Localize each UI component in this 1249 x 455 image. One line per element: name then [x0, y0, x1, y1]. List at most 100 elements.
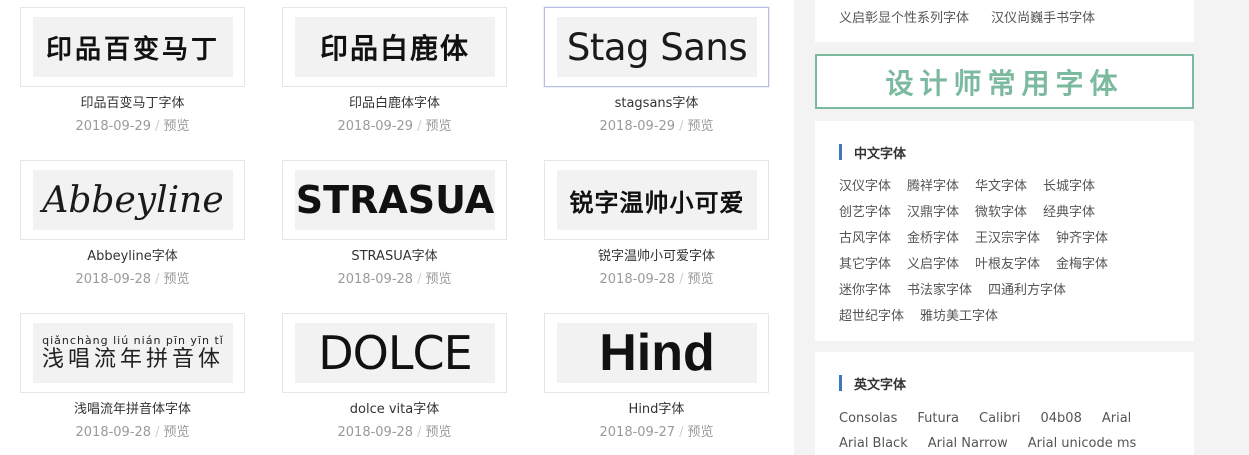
panel-title: 英文字体	[839, 375, 907, 393]
designer-fonts-banner[interactable]: 设计师常用字体	[815, 54, 1194, 109]
font-category-link[interactable]: 创艺字体	[839, 205, 891, 220]
meta-separator: /	[155, 272, 160, 287]
font-category-link[interactable]: 长城字体	[1043, 179, 1095, 194]
font-card[interactable]: 印品白鹿体 印品白鹿体字体 2018-09-29/预览	[282, 7, 507, 136]
font-name-link[interactable]: 印品百变马丁字体	[20, 95, 245, 113]
thumbnail-text: Stag Sans	[566, 25, 748, 69]
tag-row: Arial Black Arial Narrow Arial unicode ms	[839, 435, 1179, 455]
font-category-link[interactable]: 书法家字体	[907, 283, 972, 298]
preview-link[interactable]: 预览	[687, 272, 713, 287]
font-name-link[interactable]: stagsans字体	[544, 95, 769, 113]
font-meta: 2018-09-29/预览	[20, 118, 245, 136]
meta-separator: /	[417, 272, 422, 287]
font-thumbnail[interactable]: Stag Sans	[544, 7, 769, 87]
font-thumbnail[interactable]: 锐字温帅小可爱	[544, 160, 769, 240]
font-card[interactable]: STRASUA STRASUA字体 2018-09-28/预览	[282, 160, 507, 289]
font-grid: 印品百变马丁 印品百变马丁字体 2018-09-29/预览 印品白鹿体 印品白鹿…	[0, 0, 794, 455]
thumbnail-pinyin: qiǎnchàng liú nián pīn yīn tǐ	[42, 333, 224, 347]
chinese-font-tags: 汉仪字体 腾祥字体 华文字体 长城字体 创艺字体 汉鼎字体 微软字体 经典字体 古风字体 金桥…	[839, 178, 1179, 334]
thumbnail-text: Abbeyline	[42, 179, 224, 221]
font-date: 2018-09-27	[599, 425, 676, 440]
top-links: 义启彰显个性系列字体 汉仪尚巍手书字体	[839, 7, 1113, 26]
preview-link[interactable]: 预览	[687, 425, 713, 440]
font-name-link[interactable]: 锐字温帅小可爱字体	[544, 248, 769, 266]
font-meta: 2018-09-29/预览	[282, 118, 507, 136]
font-category-link[interactable]: 叶根友字体	[975, 257, 1040, 272]
font-category-link[interactable]: 汉鼎字体	[907, 205, 959, 220]
font-card[interactable]: Abbeyline Abbeyline字体 2018-09-28/预览	[20, 160, 245, 289]
english-fonts-panel: 英文字体 Consolas Futura Calibri 04b08 Arial Ari…	[815, 352, 1194, 455]
font-category-link[interactable]: 汉仪字体	[839, 179, 891, 194]
meta-separator: /	[679, 272, 684, 287]
font-thumbnail[interactable]: STRASUA	[282, 160, 507, 240]
font-category-link[interactable]: 腾祥字体	[907, 179, 959, 194]
font-name-link[interactable]: 浅唱流年拼音体字体	[20, 401, 245, 419]
thumbnail-text: DOLCE	[318, 326, 472, 380]
font-category-link[interactable]: 迷你字体	[839, 283, 891, 298]
meta-separator: /	[417, 425, 422, 440]
font-category-link[interactable]: Futura	[917, 411, 959, 426]
preview-link[interactable]: 预览	[425, 425, 451, 440]
font-category-link[interactable]: 微软字体	[975, 205, 1027, 220]
font-category-link[interactable]: 古风字体	[839, 231, 891, 246]
preview-link[interactable]: 预览	[163, 119, 189, 134]
preview-link[interactable]: 预览	[163, 272, 189, 287]
font-category-link[interactable]: 雅坊美工字体	[920, 309, 998, 324]
thumbnail-image: qiǎnchàng liú nián pīn yīn tǐ 浅唱流年拼音体	[33, 323, 233, 383]
font-category-link[interactable]: 超世纪字体	[839, 309, 904, 324]
thumbnail-image: STRASUA	[295, 170, 495, 230]
font-category-link[interactable]: 04b08	[1041, 411, 1082, 426]
font-category-link[interactable]: Arial Narrow	[928, 436, 1008, 451]
font-category-link[interactable]: 华文字体	[975, 179, 1027, 194]
tag-row: 其它字体 义启字体 叶根友字体 金梅字体	[839, 256, 1179, 282]
font-category-link[interactable]: 经典字体	[1043, 205, 1095, 220]
font-category-link[interactable]: 钟齐字体	[1056, 231, 1108, 246]
font-thumbnail[interactable]: Hind	[544, 313, 769, 393]
font-category-link[interactable]: 义启字体	[907, 257, 959, 272]
sidebar-link[interactable]: 义启彰显个性系列字体	[839, 11, 969, 26]
panel-title: 中文字体	[839, 144, 906, 162]
font-category-link[interactable]: Calibri	[979, 411, 1020, 426]
font-thumbnail[interactable]: 印品白鹿体	[282, 7, 507, 87]
tag-row: 超世纪字体 雅坊美工字体	[839, 308, 1179, 334]
meta-separator: /	[679, 119, 684, 134]
font-card[interactable]: qiǎnchàng liú nián pīn yīn tǐ 浅唱流年拼音体 浅唱…	[20, 313, 245, 442]
sidebar-link[interactable]: 汉仪尚巍手书字体	[991, 11, 1095, 26]
preview-link[interactable]: 预览	[425, 119, 451, 134]
font-thumbnail[interactable]: 印品百变马丁	[20, 7, 245, 87]
preview-link[interactable]: 预览	[163, 425, 189, 440]
preview-link[interactable]: 预览	[425, 272, 451, 287]
font-card[interactable]: Stag Sans stagsans字体 2018-09-29/预览	[544, 7, 769, 136]
font-card[interactable]: DOLCE dolce vita字体 2018-09-28/预览	[282, 313, 507, 442]
thumbnail-image: 印品白鹿体	[295, 17, 495, 77]
panel-title-text: 英文字体	[854, 377, 907, 393]
font-name-link[interactable]: Hind字体	[544, 401, 769, 419]
font-card[interactable]: 锐字温帅小可爱 锐字温帅小可爱字体 2018-09-28/预览	[544, 160, 769, 289]
font-name-link[interactable]: 印品白鹿体字体	[282, 95, 507, 113]
font-category-link[interactable]: 四通利方字体	[988, 283, 1066, 298]
font-thumbnail[interactable]: Abbeyline	[20, 160, 245, 240]
font-card[interactable]: Hind Hind字体 2018-09-27/预览	[544, 313, 769, 442]
font-meta: 2018-09-28/预览	[544, 271, 769, 289]
font-category-link[interactable]: 其它字体	[839, 257, 891, 272]
preview-link[interactable]: 预览	[687, 119, 713, 134]
font-category-link[interactable]: 王汉宗字体	[975, 231, 1040, 246]
font-meta: 2018-09-28/预览	[282, 271, 507, 289]
font-category-link[interactable]: 金梅字体	[1056, 257, 1108, 272]
font-category-link[interactable]: Arial unicode ms	[1028, 436, 1137, 451]
font-thumbnail[interactable]: DOLCE	[282, 313, 507, 393]
font-date: 2018-09-28	[75, 425, 152, 440]
font-category-link[interactable]: Arial	[1102, 411, 1131, 426]
font-name-link[interactable]: dolce vita字体	[282, 401, 507, 419]
tag-row: Consolas Futura Calibri 04b08 Arial	[839, 410, 1179, 435]
title-accent-bar	[839, 375, 842, 391]
font-category-link[interactable]: 金桥字体	[907, 231, 959, 246]
thumbnail-text: 锐字温帅小可爱	[569, 188, 745, 217]
font-category-link[interactable]: Consolas	[839, 411, 897, 426]
font-category-link[interactable]: Arial Black	[839, 436, 908, 451]
font-card[interactable]: 印品百变马丁 印品百变马丁字体 2018-09-29/预览	[20, 7, 245, 136]
thumbnail-image: 印品百变马丁	[33, 17, 233, 77]
font-name-link[interactable]: Abbeyline字体	[20, 248, 245, 266]
font-thumbnail[interactable]: qiǎnchàng liú nián pīn yīn tǐ 浅唱流年拼音体	[20, 313, 245, 393]
font-name-link[interactable]: STRASUA字体	[282, 248, 507, 266]
